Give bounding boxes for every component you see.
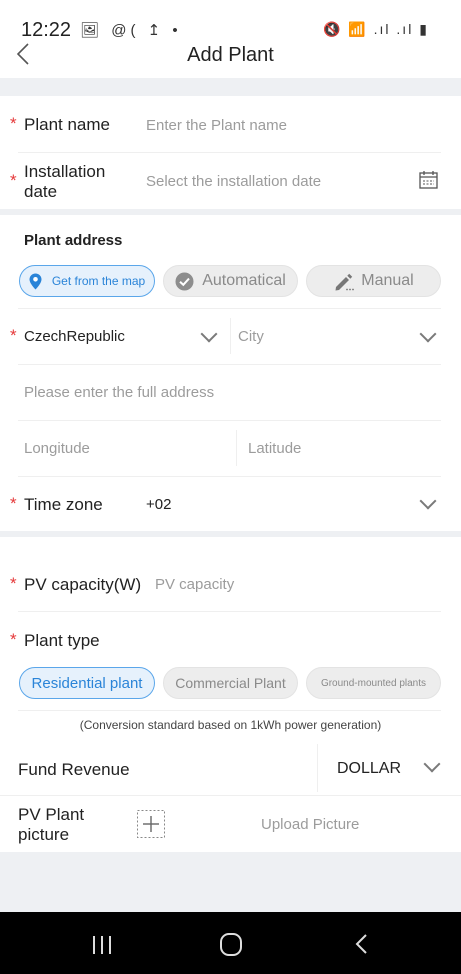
- app-header: Add Plant: [0, 40, 461, 78]
- get-from-map-label: Get from the map: [51, 274, 146, 288]
- notification-icons: 🖼 @( ↥ •: [80, 22, 182, 39]
- home-glyph: [220, 933, 242, 956]
- conversion-note: (Conversion standard based on 1kWh power…: [79, 718, 382, 732]
- ground-mounted-plant-label: Ground-mounted plants: [320, 677, 427, 689]
- upload-picture-label[interactable]: Upload Picture: [261, 816, 359, 833]
- vertical-divider: [317, 744, 318, 792]
- manual-label: Manual: [361, 272, 414, 289]
- pencil-icon: [335, 273, 355, 290]
- residential-plant-option[interactable]: Residential plant: [19, 667, 155, 699]
- required-marker: *: [10, 114, 17, 133]
- system-navigation-bar: [0, 912, 461, 974]
- picture-label-line1: PV Plant: [18, 805, 85, 824]
- installation-date-label-line2: date: [24, 182, 58, 201]
- manual-button[interactable]: Manual: [306, 265, 441, 297]
- automatical-button[interactable]: Automatical: [163, 265, 298, 297]
- required-marker: *: [10, 494, 17, 513]
- time-zone-label: Time zone: [24, 495, 103, 514]
- country-city-row: * CzechRepublic City: [0, 308, 461, 365]
- add-picture-icon[interactable]: [137, 810, 165, 838]
- vertical-divider: [230, 318, 231, 354]
- divider: [18, 308, 441, 309]
- status-time: 12:22: [21, 19, 72, 41]
- home-icon[interactable]: [201, 912, 261, 974]
- full-address-input[interactable]: Please enter the full address: [24, 384, 214, 401]
- plant-type-label: Plant type: [24, 631, 100, 650]
- automatical-label: Automatical: [202, 272, 286, 289]
- page-title: Add Plant: [187, 44, 274, 66]
- city-select[interactable]: City: [238, 328, 264, 345]
- required-marker: *: [10, 630, 17, 649]
- chevron-down-icon[interactable]: [419, 492, 437, 510]
- plant-name-label: Plant name: [24, 115, 110, 134]
- plant-type-row: * Plant type: [0, 612, 461, 662]
- pv-capacity-input[interactable]: PV capacity: [155, 576, 234, 593]
- commercial-plant-option[interactable]: Commercial Plant: [163, 667, 298, 699]
- back-icon[interactable]: [331, 912, 391, 974]
- bottom-spacer: [0, 852, 461, 912]
- location-pin-icon: [29, 273, 42, 289]
- plant-name-row: * Plant name Enter the Plant name: [0, 96, 461, 153]
- commercial-plant-label: Commercial Plant: [175, 675, 286, 691]
- time-zone-row[interactable]: * Time zone +02: [0, 476, 461, 531]
- full-address-row: Please enter the full address: [0, 364, 461, 421]
- picture-label-line2: picture: [18, 825, 70, 844]
- coordinates-row: Longitude Latitude: [0, 420, 461, 477]
- ground-mounted-plant-option[interactable]: Ground-mounted plants: [306, 667, 441, 699]
- country-select[interactable]: CzechRepublic: [24, 328, 125, 345]
- installation-date-label-line1: Installation: [24, 162, 106, 181]
- divider: [18, 710, 441, 711]
- calendar-icon[interactable]: [419, 170, 438, 189]
- required-marker: *: [10, 171, 17, 190]
- chevron-down-icon[interactable]: [423, 755, 441, 773]
- pv-capacity-label: PV capacity(W): [24, 575, 142, 594]
- required-marker: *: [10, 326, 17, 345]
- recent-apps-glyph: [93, 936, 111, 954]
- plant-name-input[interactable]: Enter the Plant name: [146, 117, 287, 134]
- check-circle-icon: [175, 272, 194, 290]
- installation-date-row[interactable]: * Installation date Select the installat…: [0, 153, 461, 209]
- chevron-down-icon[interactable]: [419, 325, 437, 343]
- required-marker: *: [10, 574, 17, 593]
- section-divider: [0, 78, 461, 96]
- fund-revenue-label: Fund Revenue: [18, 760, 130, 779]
- residential-plant-label: Residential plant: [31, 674, 143, 692]
- chevron-down-icon[interactable]: [200, 325, 218, 343]
- longitude-input[interactable]: Longitude: [24, 440, 90, 457]
- plant-address-section: Plant address: [0, 215, 461, 259]
- back-glyph: [355, 934, 367, 954]
- section-divider: [0, 531, 461, 537]
- time-zone-value[interactable]: +02: [146, 496, 171, 513]
- picture-row: PV Plant picture Upload Picture: [0, 796, 461, 852]
- pv-capacity-row: * PV capacity(W) PV capacity: [0, 556, 461, 612]
- plant-address-heading: Plant address: [24, 232, 123, 249]
- fund-revenue-row: Fund Revenue DOLLAR: [0, 740, 461, 796]
- latitude-input[interactable]: Latitude: [248, 440, 301, 457]
- recent-apps-icon[interactable]: [72, 912, 132, 974]
- vertical-divider: [236, 430, 237, 466]
- get-from-map-button[interactable]: Get from the map: [19, 265, 155, 297]
- status-bar: 12:22 🖼 @( ↥ • 🔇 📶 .ıl .ıl ▮: [0, 0, 461, 41]
- installation-date-input[interactable]: Select the installation date: [146, 173, 321, 190]
- system-status-icons: 🔇 📶 .ıl .ıl ▮: [323, 21, 429, 37]
- currency-select[interactable]: DOLLAR: [337, 760, 401, 778]
